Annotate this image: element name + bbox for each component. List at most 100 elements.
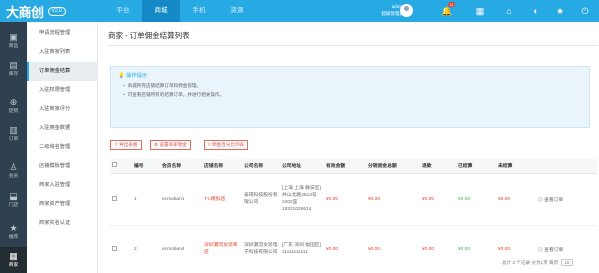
row-checkbox[interactable] bbox=[112, 195, 117, 201]
submenu-item-verification[interactable]: 商家实名认证 bbox=[27, 214, 98, 233]
eye-icon: ◎ bbox=[538, 197, 543, 203]
submenu-item-templates[interactable]: 店铺模板管理 bbox=[27, 157, 98, 176]
submenu-item-entry-manage[interactable]: 商家入驻管理 bbox=[27, 176, 98, 195]
gift-icon: ⊕ bbox=[9, 97, 18, 107]
cell-company: 泰祺科技股份有限公司 bbox=[242, 173, 280, 226]
col-commission: 分销佣金总额 bbox=[366, 159, 420, 174]
nav-item-mobile[interactable]: 手机 bbox=[180, 0, 218, 22]
export-button[interactable]: ⇪ 导出表格 bbox=[110, 140, 142, 150]
sidebar-item-merchants[interactable]: ▦ 商家 bbox=[0, 247, 27, 273]
col-unsettled: 未结算 bbox=[496, 159, 536, 174]
bell-icon[interactable]: 🔔 11 bbox=[436, 0, 458, 22]
col-actions bbox=[536, 159, 597, 174]
cell-member: ecmoban1 bbox=[160, 173, 202, 226]
cell-refund: ¥0.00 bbox=[420, 225, 456, 273]
nav-item-resources[interactable]: 资源 bbox=[218, 0, 256, 22]
view-orders-link[interactable]: ◎ 查看订单 bbox=[538, 198, 563, 203]
main-content: 商家 - 订单佣金结算列表 💡 操作提示 商城所有店铺结算订单和佣金管理。 可查… bbox=[98, 22, 599, 273]
submenu-item-commission-settlement[interactable]: 订单佣金结算 bbox=[27, 62, 98, 81]
submenu-item-subdomain[interactable]: 二级域名管理 bbox=[27, 138, 98, 157]
sidebar-item-stores[interactable]: ⬓ 门店 bbox=[0, 187, 27, 213]
divider bbox=[108, 45, 598, 46]
cube-icon: ▣ bbox=[9, 32, 18, 42]
submenu-item-merchant-list[interactable]: 入驻商家列表 bbox=[27, 43, 98, 62]
notification-badge: 11 bbox=[447, 2, 455, 7]
top-nav: 平台 商城 手机 资源 bbox=[104, 0, 256, 22]
cell-id: 2 bbox=[132, 225, 160, 273]
settlement-table: 编号 会员名称 店铺名称 公司名称 公司地址 有效金额 分销佣金总额 退款 已结… bbox=[110, 159, 597, 273]
set-commission-button[interactable]: ⚙ 设置商家佣金 bbox=[150, 140, 191, 150]
logo[interactable]: 大商创 V2.0 bbox=[6, 2, 66, 21]
cell-valid-amount: ¥0.00 bbox=[324, 225, 366, 273]
table-row: 1 ecmoban1 T-L模拟店 泰祺科技股份有限公司 [上海 上海 静安区]… bbox=[110, 173, 597, 226]
power-icon[interactable]: ⏻ bbox=[574, 0, 596, 22]
page-size-select[interactable]: 15 bbox=[561, 259, 573, 266]
cell-unsettled: ¥0.00 bbox=[496, 173, 536, 226]
sidebar-item-goods[interactable]: ▣ 商品 bbox=[0, 28, 27, 54]
table-header: 编号 会员名称 店铺名称 公司名称 公司地址 有效金额 分销佣金总额 退款 已结… bbox=[110, 159, 597, 174]
submenu-item-commission-data[interactable]: 入驻佣金数据 bbox=[27, 119, 98, 138]
tip-item: 可查看店铺所有的结算订单，并进行相关操作。 bbox=[123, 92, 224, 98]
shop-icon: ▦ bbox=[9, 251, 18, 261]
store-icon: ⬓ bbox=[9, 191, 18, 201]
user-role: 超级管理员 bbox=[381, 11, 405, 16]
main-sidebar: ▣ 商品 ▤ 库存 ⊕ 促销 ▥ 订单 ♙ 会员 ⬓ 门店 ★ 推荐 ▦ 商家 bbox=[0, 22, 27, 273]
col-refund: 退款 bbox=[420, 159, 456, 174]
cell-commission: ¥0.00 bbox=[366, 225, 420, 273]
col-address: 公司地址 bbox=[280, 159, 324, 174]
star-icon: ★ bbox=[9, 223, 18, 233]
tip-item: 商城所有店铺结算订单和佣金管理。 bbox=[123, 83, 202, 89]
cell-shop[interactable]: 深圳潮流女装商店 bbox=[202, 225, 242, 273]
user-icon: ♙ bbox=[9, 162, 18, 172]
row-checkbox[interactable] bbox=[112, 245, 117, 251]
col-company: 公司名称 bbox=[242, 159, 280, 174]
col-id: 编号 bbox=[132, 159, 160, 174]
cell-id: 1 bbox=[132, 173, 160, 226]
col-select bbox=[110, 159, 132, 174]
tips-panel: 💡 操作提示 商城所有店铺结算订单和佣金管理。 可查看店铺所有的结算订单，并进行… bbox=[110, 66, 590, 128]
cell-commission: ¥0.00 bbox=[366, 173, 420, 226]
nav-item-platform[interactable]: 平台 bbox=[104, 0, 142, 22]
cell-settled: ¥0.00 bbox=[456, 173, 496, 226]
sidebar-item-recommend[interactable]: ★ 推荐 bbox=[0, 219, 27, 245]
document-icon: ▥ bbox=[9, 125, 18, 135]
submenu-item-permissions[interactable]: 入驻权限管理 bbox=[27, 81, 98, 100]
col-valid-amount: 有效金额 bbox=[324, 159, 366, 174]
cell-shop[interactable]: T-L模拟店 bbox=[202, 173, 242, 226]
row-select bbox=[110, 225, 132, 273]
list-icon: ≡ bbox=[208, 142, 211, 147]
lightbulb-icon: 💡 bbox=[118, 73, 125, 79]
nav-item-mall[interactable]: 商城 bbox=[142, 0, 180, 22]
col-settled: 已结算 bbox=[456, 159, 496, 174]
sidebar-item-promotion[interactable]: ⊕ 促销 bbox=[0, 93, 27, 119]
version-badge: V2.0 bbox=[47, 6, 66, 16]
eye-icon: ◎ bbox=[538, 247, 543, 253]
cell-member: ecmoban4 bbox=[160, 225, 202, 273]
grid-icon[interactable]: ▦ bbox=[469, 0, 491, 22]
cell-refund: ¥0.00 bbox=[420, 173, 456, 226]
select-all-checkbox[interactable] bbox=[112, 162, 117, 168]
star-icon[interactable]: ★ bbox=[549, 0, 571, 22]
avatar[interactable] bbox=[400, 4, 413, 17]
top-bar: 大商创 V2.0 平台 商城 手机 资源 admin 超级管理员 🔔 11 ▦ ⌂… bbox=[0, 0, 599, 22]
sidebar-item-orders[interactable]: ▥ 订单 bbox=[0, 121, 27, 147]
submenu-item-assets[interactable]: 商家资产管理 bbox=[27, 195, 98, 214]
submenu-item-apply-process[interactable]: 申请流程管理 bbox=[27, 24, 98, 43]
cell-company: 深圳潮流女装电子科技有限公司 bbox=[242, 225, 280, 273]
logo-text: 大商创 bbox=[6, 5, 44, 21]
submenu: 申请流程管理 入驻商家列表 订单佣金结算 入驻权限管理 入驻商家评分 入驻佣金数… bbox=[27, 22, 98, 273]
pager-summary: 总计 2 个记录 分为1页 bbox=[502, 260, 548, 265]
home-icon[interactable]: ⌂ bbox=[498, 0, 520, 22]
view-orders-link[interactable]: ◎ 查看订单 bbox=[538, 248, 563, 253]
user-name: admin bbox=[391, 4, 404, 9]
tips-title[interactable]: 💡 操作提示 bbox=[118, 71, 147, 79]
page-title: 商家 - 订单佣金结算列表 bbox=[108, 31, 190, 40]
sidebar-item-stock[interactable]: ▤ 库存 bbox=[0, 56, 27, 82]
user-info[interactable]: admin 超级管理员 bbox=[360, 3, 405, 17]
col-member: 会员名称 bbox=[160, 159, 202, 174]
cell-settled: ¥0.00 bbox=[456, 225, 496, 273]
submenu-item-merchant-score[interactable]: 入驻商家评分 bbox=[27, 100, 98, 119]
commission-percent-button[interactable]: ≡ 佣金百分比列表 bbox=[204, 140, 249, 150]
palette-icon[interactable]: ◐ bbox=[525, 0, 547, 22]
sidebar-item-members[interactable]: ♙ 会员 bbox=[0, 158, 27, 184]
